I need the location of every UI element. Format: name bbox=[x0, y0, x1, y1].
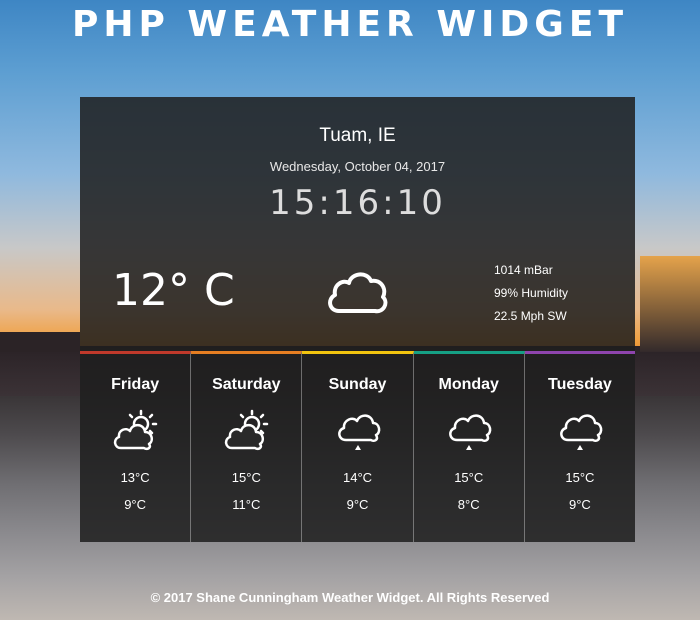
humidity-value: 99% Humidity bbox=[494, 286, 569, 300]
forecast-high: 15°C bbox=[565, 470, 595, 485]
forecast-day-name: Saturday bbox=[212, 376, 281, 393]
date-label: Wednesday, October 04, 2017 bbox=[269, 159, 446, 174]
forecast-high: 14°C bbox=[342, 470, 373, 485]
forecast-low: 9°C bbox=[346, 497, 369, 512]
forecast-high: 13°C bbox=[120, 470, 150, 485]
forecast-day-name: Sunday bbox=[328, 376, 387, 393]
forecast-day-name: Tuesday bbox=[548, 376, 612, 393]
footer-copyright: © 2017 Shane Cunningham Weather Widget. … bbox=[150, 590, 550, 605]
partly-cloudy-icon bbox=[225, 409, 269, 451]
cloud-icon bbox=[328, 272, 388, 314]
partly-cloudy-icon bbox=[113, 409, 158, 451]
forecast-day: Saturday 15°C 11°C bbox=[191, 351, 303, 542]
pressure-value: 1014 mBar bbox=[494, 263, 553, 277]
page-title: PHP WEATHER WIDGET bbox=[71, 4, 628, 45]
forecast-low: 9°C bbox=[569, 497, 591, 512]
rain-cloud-icon bbox=[560, 414, 603, 450]
rain-cloud-icon bbox=[337, 414, 380, 450]
weather-widget: Tuam, IE Wednesday, October 04, 2017 15:… bbox=[80, 97, 636, 542]
forecast-day: Sunday 14°C 9°C bbox=[302, 351, 414, 542]
forecast-day-name: Monday bbox=[438, 376, 499, 393]
forecast-row: Friday 13°C 9°C Saturday 15°C 11°C Sunda… bbox=[80, 351, 636, 542]
forecast-low: 11°C bbox=[232, 497, 261, 512]
forecast-low: 8°C bbox=[457, 497, 480, 512]
rain-cloud-icon bbox=[448, 414, 492, 450]
weather-details: 1014 mBar 99% Humidity 22.5 Mph SW bbox=[494, 259, 568, 328]
forecast-high: 15°C bbox=[231, 470, 261, 485]
wind-value: 22.5 Mph SW bbox=[494, 309, 567, 323]
forecast-high: 15°C bbox=[454, 470, 484, 485]
current-temperature: 12° C bbox=[112, 265, 235, 316]
forecast-day: Monday 15°C 8°C bbox=[413, 351, 525, 542]
forecast-low: 9°C bbox=[124, 497, 147, 512]
forecast-day-name: Friday bbox=[111, 376, 160, 393]
location-label: Tuam, IE bbox=[319, 125, 396, 146]
forecast-day: Friday 13°C 9°C bbox=[80, 351, 192, 542]
forecast-day: Tuesday 15°C 9°C bbox=[524, 351, 636, 542]
clock-time: 15:16:10 bbox=[269, 183, 446, 223]
